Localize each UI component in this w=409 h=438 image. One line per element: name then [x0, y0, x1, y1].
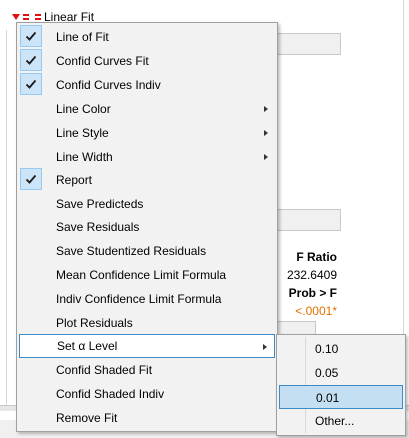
- menu-item-save-studentized-residuals[interactable]: Save Studentized Residuals: [19, 239, 275, 263]
- menu-item-line-of-fit[interactable]: Line of Fit: [19, 25, 275, 49]
- submenu-arrow-icon: [264, 130, 268, 136]
- menu-item-confid-curves-fit[interactable]: Confid Curves Fit: [19, 49, 275, 73]
- checkmark-icon: [20, 73, 42, 95]
- submenu-arrow-icon: [264, 106, 268, 112]
- menu-item-save-residuals[interactable]: Save Residuals: [19, 215, 275, 239]
- menu-item-indiv-confidence-limit-formula[interactable]: Indiv Confidence Limit Formula: [19, 287, 275, 311]
- submenu-arrow-icon: [264, 154, 268, 160]
- menu-item-confid-shaded-fit[interactable]: Confid Shaded Fit: [19, 358, 275, 382]
- submenu-arrow-icon: [263, 344, 267, 350]
- alpha-option-label: Other...: [315, 414, 355, 428]
- menu-item-remove-fit[interactable]: Remove Fit: [19, 406, 275, 430]
- prob-f-value: <.0001*: [295, 304, 337, 318]
- menu-item-label: Set α Level: [57, 339, 118, 353]
- alpha-option-label: 0.10: [315, 342, 339, 356]
- menu-item-confid-curves-indiv[interactable]: Confid Curves Indiv: [19, 73, 275, 97]
- alpha-option-other[interactable]: Other...: [279, 409, 403, 433]
- menu-item-save-predicteds[interactable]: Save Predicteds: [19, 192, 275, 216]
- menu-item-label: Line Color: [56, 102, 111, 116]
- checkmark-icon: [20, 49, 42, 71]
- menu-item-label: Confid Shaded Indiv: [56, 387, 165, 401]
- menu-item-report[interactable]: Report: [19, 168, 275, 192]
- outline-border: [6, 30, 7, 410]
- red-triangle-hotspot-icon[interactable]: [12, 14, 20, 20]
- menu-item-mean-confidence-limit-formula[interactable]: Mean Confidence Limit Formula: [19, 263, 275, 287]
- checkmark-icon: [20, 25, 42, 47]
- linear-fit-context-menu: Line of Fit Confid Curves Fit Confid Curve…: [16, 22, 278, 432]
- f-ratio-value: 232.6409: [286, 268, 337, 282]
- menu-item-label: Report: [56, 173, 93, 187]
- report-header-box: [276, 33, 341, 55]
- menu-item-label: Save Residuals: [56, 220, 140, 234]
- menu-item-confid-shaded-indiv[interactable]: Confid Shaded Indiv: [19, 382, 275, 406]
- alpha-option-0-10[interactable]: 0.10: [279, 337, 403, 361]
- alpha-option-label: 0.01: [316, 391, 340, 405]
- menu-item-label: Confid Curves Fit: [56, 54, 149, 68]
- menu-item-label: Indiv Confidence Limit Formula: [56, 292, 222, 306]
- param-header-box: [276, 321, 316, 335]
- menu-item-line-width[interactable]: Line Width: [19, 145, 275, 169]
- menu-item-label: Remove Fit: [56, 411, 118, 425]
- menu-item-label: Line of Fit: [56, 30, 109, 44]
- anova-header-box: [276, 209, 341, 231]
- f-ratio-header: F Ratio: [296, 250, 337, 264]
- menu-item-label: Save Predicteds: [56, 197, 144, 211]
- anova-stats: F Ratio 232.6409 Prob > F <.0001*: [278, 248, 340, 320]
- menu-item-label: Save Studentized Residuals: [56, 244, 207, 258]
- menu-item-line-style[interactable]: Line Style: [19, 121, 275, 145]
- alpha-level-submenu: 0.10 0.05 0.01 Other...: [276, 334, 406, 436]
- menu-item-label: Line Style: [56, 126, 109, 140]
- alpha-option-label: 0.05: [315, 366, 339, 380]
- menu-item-label: Confid Curves Indiv: [56, 78, 161, 92]
- menu-item-label: Mean Confidence Limit Formula: [56, 268, 227, 282]
- menu-item-line-color[interactable]: Line Color: [19, 97, 275, 121]
- menu-item-plot-residuals[interactable]: Plot Residuals: [19, 311, 275, 335]
- alpha-option-0-01[interactable]: 0.01: [279, 385, 403, 409]
- menu-item-set-level[interactable]: Set α Level: [19, 334, 275, 358]
- fit-line-swatch-icon: [23, 14, 41, 20]
- prob-f-header: Prob > F: [288, 286, 337, 300]
- checkmark-icon: [20, 168, 42, 190]
- menu-item-label: Confid Shaded Fit: [56, 363, 153, 377]
- menu-item-label: Line Width: [56, 150, 113, 164]
- menu-item-label: Plot Residuals: [56, 316, 133, 330]
- alpha-option-0-05[interactable]: 0.05: [279, 361, 403, 385]
